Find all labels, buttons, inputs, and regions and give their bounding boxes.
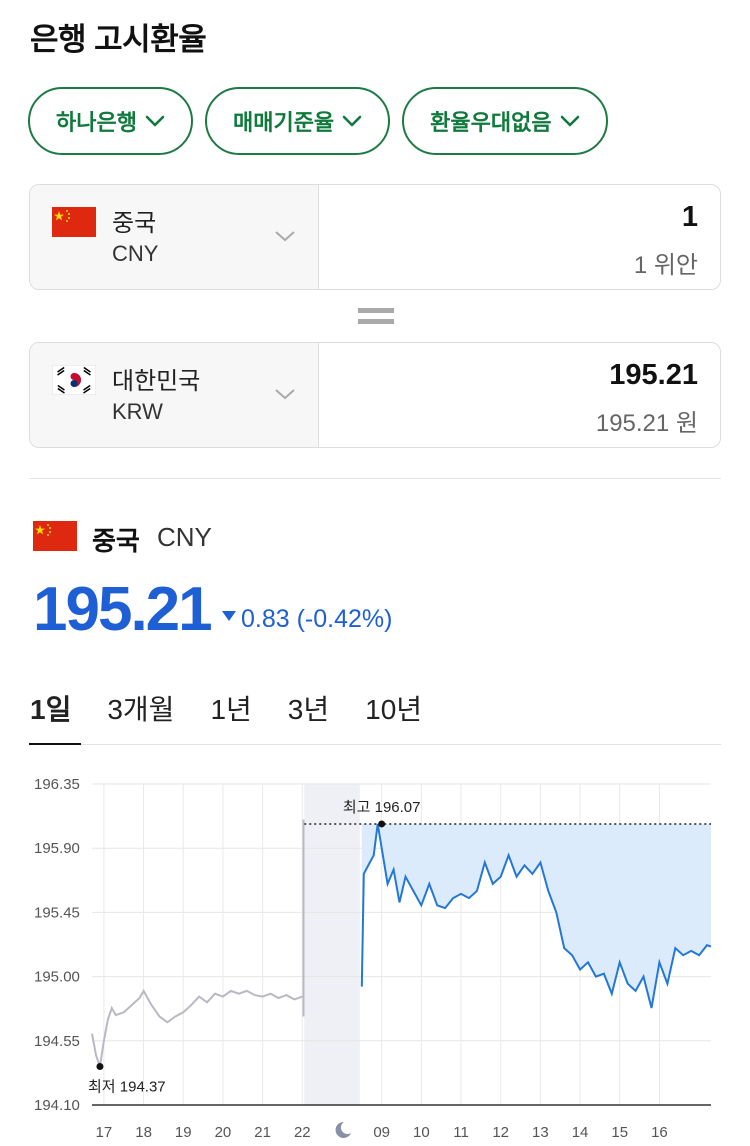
rate-chart[interactable]: 196.35 195.90 195.45 195.00 194.55 194.10 17 18… [0, 760, 750, 1141]
x-tick-label: 18 [135, 1124, 152, 1141]
summary-currency-code: CNY [157, 522, 212, 552]
from-amount-field[interactable]: 1 1 위안 [319, 185, 720, 289]
rate-type-filter-button[interactable]: 매매기준율 [204, 87, 391, 155]
page-title: 은행 고시환율 [30, 22, 207, 57]
x-tick-label: 21 [254, 1124, 271, 1141]
tab-1-day[interactable]: 1일 [30, 688, 71, 728]
y-tick-label: 195.90 [34, 840, 80, 857]
x-tick-label: 17 [96, 1124, 113, 1141]
from-currency-code: CNY [112, 241, 159, 266]
high-marker [378, 820, 386, 828]
chevron-down-icon [275, 389, 295, 400]
high-label: 최고 196.07 [343, 799, 421, 816]
chevron-down-icon [145, 115, 165, 127]
x-tick-label: 16 [651, 1124, 668, 1141]
korea-flag-icon [52, 365, 96, 395]
previous-session-line [91, 988, 303, 1067]
down-triangle-icon [222, 611, 236, 621]
china-flag-icon [33, 521, 77, 551]
to-amount-text: 195.21 원 [595, 410, 698, 437]
to-country-name: 대한민국 [112, 368, 201, 395]
y-tick-label: 194.10 [34, 1097, 80, 1114]
preference-filter-button[interactable]: 환율우대없음 [402, 87, 608, 155]
x-tick-label: 19 [175, 1124, 192, 1141]
equals-icon [358, 308, 394, 324]
current-session-area [361, 823, 711, 1008]
low-marker [96, 1062, 104, 1070]
to-amount-field[interactable]: 195.21 195.21 원 [319, 343, 720, 447]
low-label: 최저 194.37 [88, 1078, 166, 1095]
x-tick-label: 22 [294, 1124, 311, 1141]
x-tick-label: 15 [611, 1124, 628, 1141]
from-country-name: 중국 [112, 210, 157, 237]
filter-chips: 하나은행 매매기준율 환율우대없음 [28, 87, 608, 155]
active-tab-indicator [29, 743, 81, 745]
rate-chart-svg: 196.35 195.90 195.45 195.00 194.55 194.10 17 18… [34, 776, 712, 1141]
to-amount-value: 195.21 [609, 359, 698, 391]
rate-type-filter-label: 매매기준율 [232, 110, 335, 135]
x-tick-label: 10 [413, 1124, 430, 1141]
x-tick-label: 12 [492, 1124, 509, 1141]
preference-filter-label: 환율우대없음 [430, 110, 552, 135]
y-tick-label: 195.00 [34, 969, 80, 986]
tab-3-years[interactable]: 3년 [288, 688, 329, 728]
x-tick-label: 09 [373, 1124, 390, 1141]
period-tabs: 1일 3개월 1년 3년 10년 [30, 688, 458, 728]
x-tick-label: 11 [453, 1124, 469, 1141]
y-tick-label: 195.45 [34, 904, 80, 921]
rate-change: 0.83 (-0.42%) [241, 605, 393, 633]
from-currency-card: 중국 CNY 1 1 위안 [29, 184, 721, 290]
x-tick-label: 14 [572, 1124, 589, 1141]
to-currency-code: KRW [112, 399, 163, 424]
chevron-down-icon [560, 115, 579, 127]
current-rate: 195.21 [33, 575, 213, 644]
tab-bar-line [29, 744, 721, 745]
moon-icon [335, 1121, 351, 1138]
overnight-band [304, 784, 360, 1105]
bank-filter-label: 하나은행 [56, 110, 137, 135]
tab-10-years[interactable]: 10년 [365, 688, 422, 728]
section-divider [29, 478, 721, 479]
chevron-down-icon [342, 115, 362, 127]
bank-filter-button[interactable]: 하나은행 [28, 87, 193, 155]
to-currency-card: 대한민국 KRW 195.21 195.21 원 [29, 342, 721, 448]
from-currency-select[interactable]: 중국 CNY [30, 185, 319, 289]
chevron-down-icon [275, 231, 295, 242]
from-amount-text: 1 위안 [633, 252, 698, 279]
to-currency-select[interactable]: 대한민국 KRW [30, 343, 319, 447]
china-flag-icon [52, 207, 96, 237]
tab-1-year[interactable]: 1년 [210, 688, 251, 728]
summary-country-name: 중국 [92, 526, 140, 556]
x-tick-label: 13 [532, 1124, 549, 1141]
y-tick-label: 194.55 [34, 1033, 80, 1050]
tab-3-months[interactable]: 3개월 [107, 688, 174, 728]
y-tick-label: 196.35 [34, 776, 80, 793]
from-amount-value: 1 [681, 201, 698, 233]
x-tick-label: 20 [215, 1124, 232, 1141]
